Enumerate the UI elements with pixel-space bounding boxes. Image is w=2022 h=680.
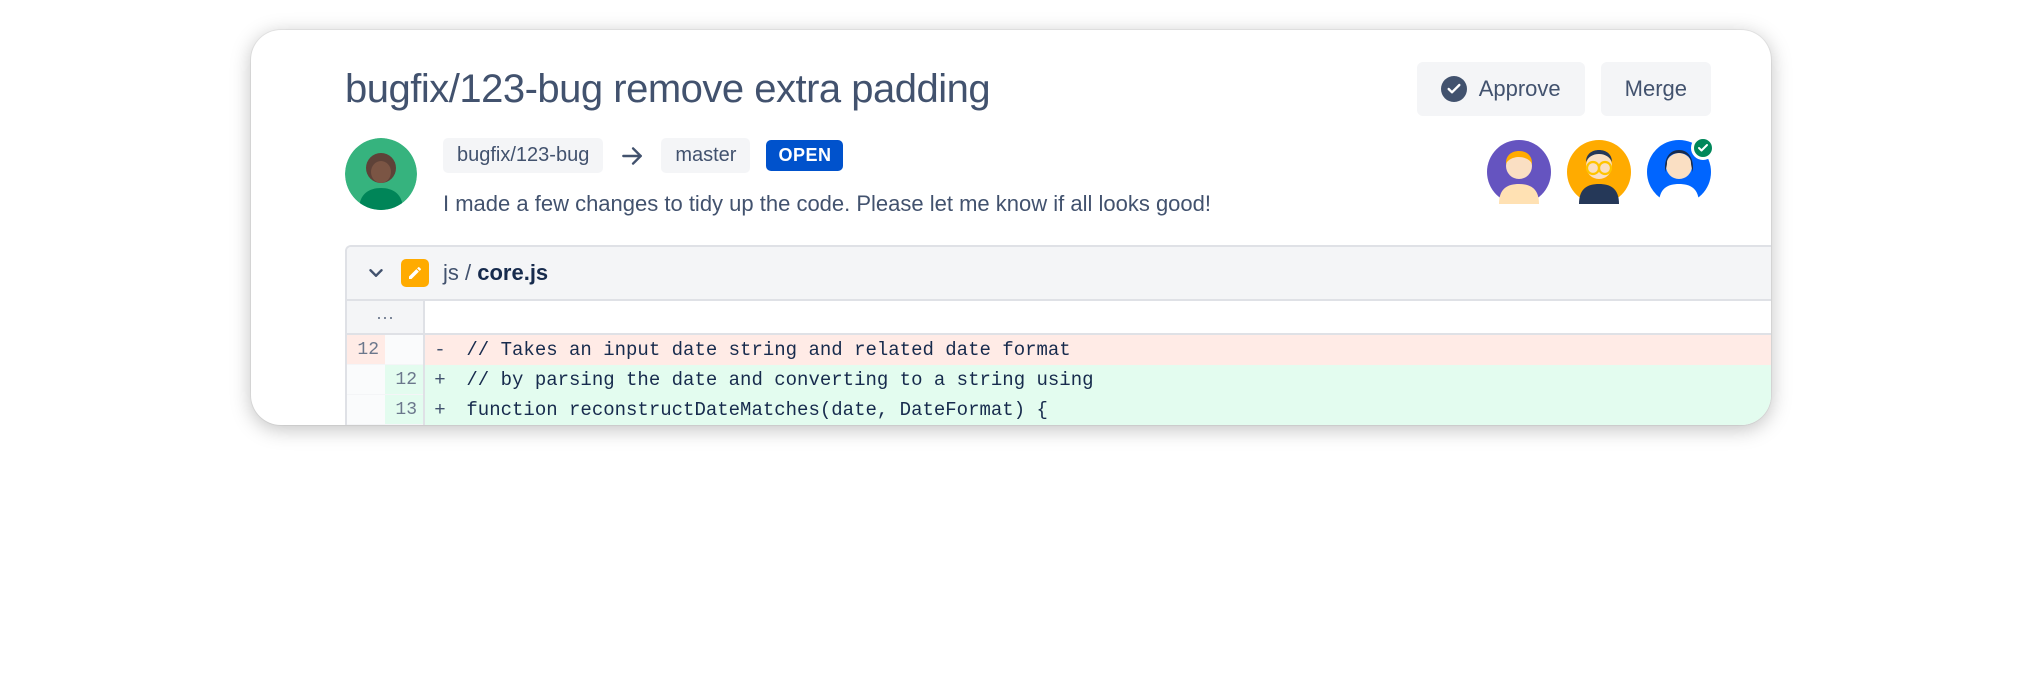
- author-avatar[interactable]: [345, 138, 417, 210]
- chevron-down-icon[interactable]: [365, 262, 387, 284]
- gutter-expand[interactable]: ···: [347, 301, 423, 335]
- diff-op: +: [425, 369, 455, 391]
- pull-request-card: bugfix/123-bug remove extra padding Appr…: [251, 30, 1771, 425]
- line-gutter: ··· 121213: [347, 301, 425, 425]
- pr-header: bugfix/123-bug remove extra padding Appr…: [251, 54, 1771, 120]
- new-line-number: [385, 335, 423, 364]
- diff-body: ··· 121213 - // Takes an input date stri…: [347, 301, 1771, 425]
- merge-label: Merge: [1625, 76, 1687, 102]
- code-line: - // Takes an input date string and rela…: [425, 335, 1771, 365]
- diff-block: js / core.js ··· 121213 - // Takes an in…: [345, 245, 1771, 425]
- check-circle-icon: [1441, 76, 1467, 102]
- code-spacer: [425, 301, 1771, 335]
- pr-title: bugfix/123-bug remove extra padding: [345, 67, 990, 112]
- reviewer-avatar[interactable]: [1647, 140, 1711, 204]
- new-line-number: 13: [385, 395, 423, 424]
- reviewers: [1487, 140, 1711, 204]
- code-text: // by parsing the date and converting to…: [455, 369, 1094, 391]
- code-text: // Takes an input date string and relate…: [455, 339, 1071, 361]
- old-line-number: [347, 365, 385, 394]
- file-name: core.js: [477, 260, 548, 285]
- old-line-number: [347, 395, 385, 424]
- code-line: + function reconstructDateMatches(date, …: [425, 395, 1771, 425]
- gutter-row: 12: [347, 335, 423, 365]
- merge-button[interactable]: Merge: [1601, 62, 1711, 116]
- diff-file-header: js / core.js: [347, 247, 1771, 301]
- old-line-number: 12: [347, 335, 385, 364]
- pr-meta: bugfix/123-bug master OPEN I made a few …: [443, 138, 1461, 217]
- approve-button[interactable]: Approve: [1417, 62, 1585, 116]
- pr-subheader: bugfix/123-bug master OPEN I made a few …: [251, 120, 1771, 245]
- code-line: + // by parsing the date and converting …: [425, 365, 1771, 395]
- new-line-number: 12: [385, 365, 423, 394]
- file-folder: js: [443, 260, 459, 285]
- file-path: js / core.js: [443, 260, 548, 286]
- branch-row: bugfix/123-bug master OPEN: [443, 138, 1461, 173]
- pr-description: I made a few changes to tidy up the code…: [443, 191, 1461, 217]
- gutter-row: 13: [347, 395, 423, 425]
- reviewer-avatar[interactable]: [1567, 140, 1631, 204]
- code-column: - // Takes an input date string and rela…: [425, 301, 1771, 425]
- diff-op: +: [425, 399, 455, 421]
- diff-op: -: [425, 339, 455, 361]
- status-badge: OPEN: [766, 140, 843, 171]
- target-branch-pill[interactable]: master: [661, 138, 750, 173]
- pr-actions: Approve Merge: [1417, 62, 1711, 116]
- source-branch-pill[interactable]: bugfix/123-bug: [443, 138, 603, 173]
- arrow-right-icon: [619, 143, 645, 169]
- code-text: function reconstructDateMatches(date, Da…: [455, 399, 1048, 421]
- gutter-row: 12: [347, 365, 423, 395]
- edit-icon: [401, 259, 429, 287]
- reviewer-avatar[interactable]: [1487, 140, 1551, 204]
- approve-label: Approve: [1479, 76, 1561, 102]
- approved-check-icon: [1691, 136, 1715, 160]
